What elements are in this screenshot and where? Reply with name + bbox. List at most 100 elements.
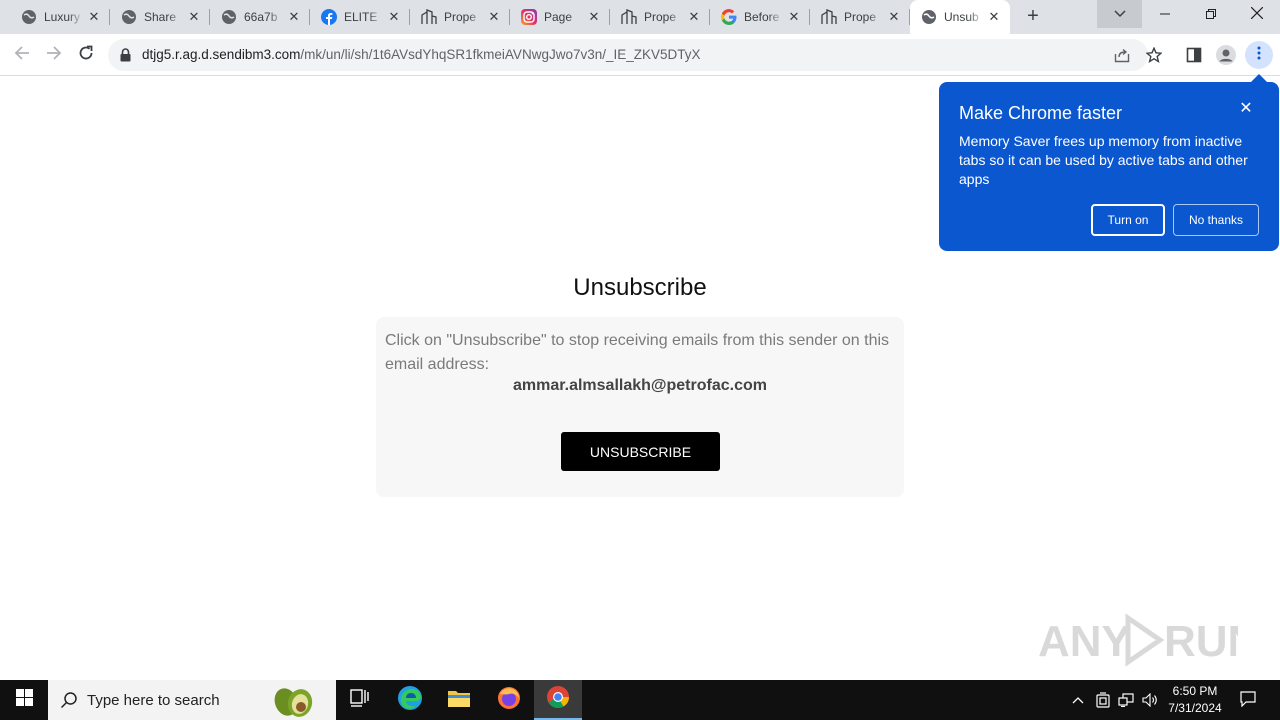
tab[interactable]: Prope ✕ bbox=[810, 0, 910, 34]
tab[interactable]: Prope ✕ bbox=[410, 0, 510, 34]
close-icon bbox=[1250, 6, 1264, 24]
close-icon[interactable]: ✕ bbox=[186, 9, 202, 25]
tab[interactable]: Prope ✕ bbox=[610, 0, 710, 34]
url-path: /mk/un/li/sh/1t6AVsdYhqSR1fkmeiAVNwgJwo7… bbox=[300, 47, 701, 62]
turn-on-button[interactable]: Turn on bbox=[1091, 204, 1165, 236]
chevron-down-icon bbox=[1113, 5, 1126, 23]
tab[interactable]: ELITE ✕ bbox=[310, 0, 410, 34]
profile-avatar-icon[interactable] bbox=[1215, 44, 1237, 66]
url-host: dtjg5.r.ag.d.sendibm3.com bbox=[142, 47, 301, 62]
tab-title: Unsub bbox=[944, 10, 979, 24]
task-view-icon bbox=[350, 688, 370, 712]
windows-logo-icon bbox=[15, 689, 33, 711]
search-placeholder: Type here to search bbox=[87, 692, 220, 709]
notification-icon bbox=[1240, 690, 1256, 710]
close-icon[interactable]: ✕ bbox=[986, 9, 1002, 25]
close-icon[interactable]: ✕ bbox=[86, 9, 102, 25]
start-button[interactable] bbox=[0, 680, 48, 720]
lock-icon[interactable] bbox=[120, 48, 131, 67]
building-icon bbox=[821, 9, 837, 25]
forward-button[interactable] bbox=[41, 42, 67, 68]
tab-search-button[interactable] bbox=[1097, 0, 1142, 28]
globe-icon bbox=[121, 9, 137, 25]
memory-saver-promo: Make Chrome faster ✕ Memory Saver frees … bbox=[939, 82, 1279, 251]
firefox-icon bbox=[497, 686, 521, 715]
browser-toolbar: dtjg5.r.ag.d.sendibm3.com/mk/un/li/sh/1t… bbox=[0, 34, 1280, 76]
promo-title: Make Chrome faster bbox=[959, 103, 1123, 123]
tab-active[interactable]: Unsub ✕ bbox=[910, 0, 1010, 34]
close-window-button[interactable] bbox=[1234, 0, 1280, 30]
tab-title: Page bbox=[544, 10, 573, 24]
new-tab-button[interactable]: + bbox=[1022, 6, 1044, 28]
tab[interactable]: Before ✕ bbox=[710, 0, 810, 34]
taskbar-search[interactable]: Type here to search bbox=[48, 680, 336, 720]
close-icon[interactable]: ✕ bbox=[686, 9, 702, 25]
tab-title: Before bbox=[744, 10, 780, 24]
tray-overflow-button[interactable] bbox=[1068, 680, 1088, 720]
task-view-button[interactable] bbox=[336, 680, 384, 720]
close-icon[interactable]: ✕ bbox=[486, 9, 502, 25]
address-bar[interactable]: dtjg5.r.ag.d.sendibm3.com/mk/un/li/sh/1t… bbox=[108, 39, 1148, 71]
chrome-icon bbox=[546, 685, 570, 714]
avocado-icon bbox=[270, 682, 318, 718]
tray-device-icon[interactable] bbox=[1093, 680, 1113, 720]
tab[interactable]: 66a7b ✕ bbox=[210, 0, 310, 34]
restore-button[interactable] bbox=[1188, 0, 1234, 30]
tab[interactable]: Luxury ✕ bbox=[10, 0, 110, 34]
taskbar-clock[interactable]: 6:50 PM 7/31/2024 bbox=[1160, 683, 1230, 717]
facebook-icon bbox=[321, 9, 337, 25]
reload-button[interactable] bbox=[73, 42, 99, 68]
url-text[interactable]: dtjg5.r.ag.d.sendibm3.com/mk/un/li/sh/1t… bbox=[142, 47, 701, 63]
reload-icon bbox=[78, 45, 94, 66]
close-icon[interactable]: ✕ bbox=[886, 9, 902, 25]
close-icon[interactable]: ✕ bbox=[386, 9, 402, 25]
tab-strip: Luxury ✕ Share ✕ 66a7b ✕ ELITE ✕ Prope ✕ bbox=[0, 0, 1280, 34]
close-icon[interactable]: ✕ bbox=[786, 9, 802, 25]
tab-title: Prope bbox=[444, 10, 477, 24]
back-button[interactable] bbox=[9, 42, 35, 68]
tab-title: Luxury bbox=[44, 10, 81, 24]
unsubscribe-button[interactable]: UNSUBSCRIBE bbox=[561, 432, 720, 471]
svg-text:RUN: RUN bbox=[1164, 617, 1238, 666]
close-icon[interactable]: ✕ bbox=[586, 9, 602, 25]
close-icon[interactable]: ✕ bbox=[1237, 100, 1255, 118]
tab-title: Prope bbox=[844, 10, 877, 24]
share-icon[interactable] bbox=[1114, 47, 1130, 63]
svg-text:ANY: ANY bbox=[1038, 617, 1131, 666]
search-icon bbox=[60, 691, 78, 714]
notifications-button[interactable] bbox=[1236, 680, 1260, 720]
tab-title: ELITE bbox=[344, 10, 378, 24]
email-address: ammar.almsallakh@petrofac.com bbox=[513, 377, 767, 394]
close-icon[interactable]: ✕ bbox=[286, 9, 302, 25]
file-explorer-app[interactable] bbox=[435, 680, 483, 720]
tab-title: 66a7b bbox=[244, 10, 278, 24]
promo-bubble-arrow bbox=[1251, 74, 1267, 82]
building-icon bbox=[621, 9, 637, 25]
chrome-app[interactable] bbox=[534, 680, 582, 720]
edge-app[interactable] bbox=[386, 680, 434, 720]
clock-time: 6:50 PM bbox=[1172, 684, 1218, 698]
globe-icon bbox=[21, 9, 37, 25]
unsubscribe-description: Click on "Unsubscribe" to stop receiving… bbox=[385, 332, 890, 373]
tab[interactable]: Share ✕ bbox=[110, 0, 210, 34]
building-icon bbox=[421, 9, 437, 25]
chrome-menu-button[interactable] bbox=[1245, 41, 1273, 69]
network-icon[interactable] bbox=[1116, 680, 1136, 720]
edge-icon bbox=[397, 685, 423, 716]
side-panel-icon[interactable] bbox=[1183, 44, 1205, 66]
minimize-icon bbox=[1160, 6, 1170, 24]
volume-icon[interactable] bbox=[1140, 680, 1160, 720]
bookmark-star-icon[interactable] bbox=[1143, 44, 1165, 66]
firefox-app[interactable] bbox=[485, 680, 533, 720]
restore-icon bbox=[1206, 6, 1216, 24]
promo-body: Memory Saver frees up memory from inacti… bbox=[959, 133, 1248, 187]
tab-title: Share bbox=[144, 10, 177, 24]
arrow-left-icon bbox=[14, 45, 30, 66]
no-thanks-button[interactable]: No thanks bbox=[1173, 204, 1259, 236]
tab[interactable]: Page ✕ bbox=[510, 0, 610, 34]
globe-icon bbox=[921, 9, 937, 25]
minimize-button[interactable] bbox=[1142, 0, 1188, 30]
page-title: Unsubscribe bbox=[573, 274, 707, 301]
folder-icon bbox=[447, 688, 471, 713]
chevron-up-icon bbox=[1072, 693, 1084, 707]
